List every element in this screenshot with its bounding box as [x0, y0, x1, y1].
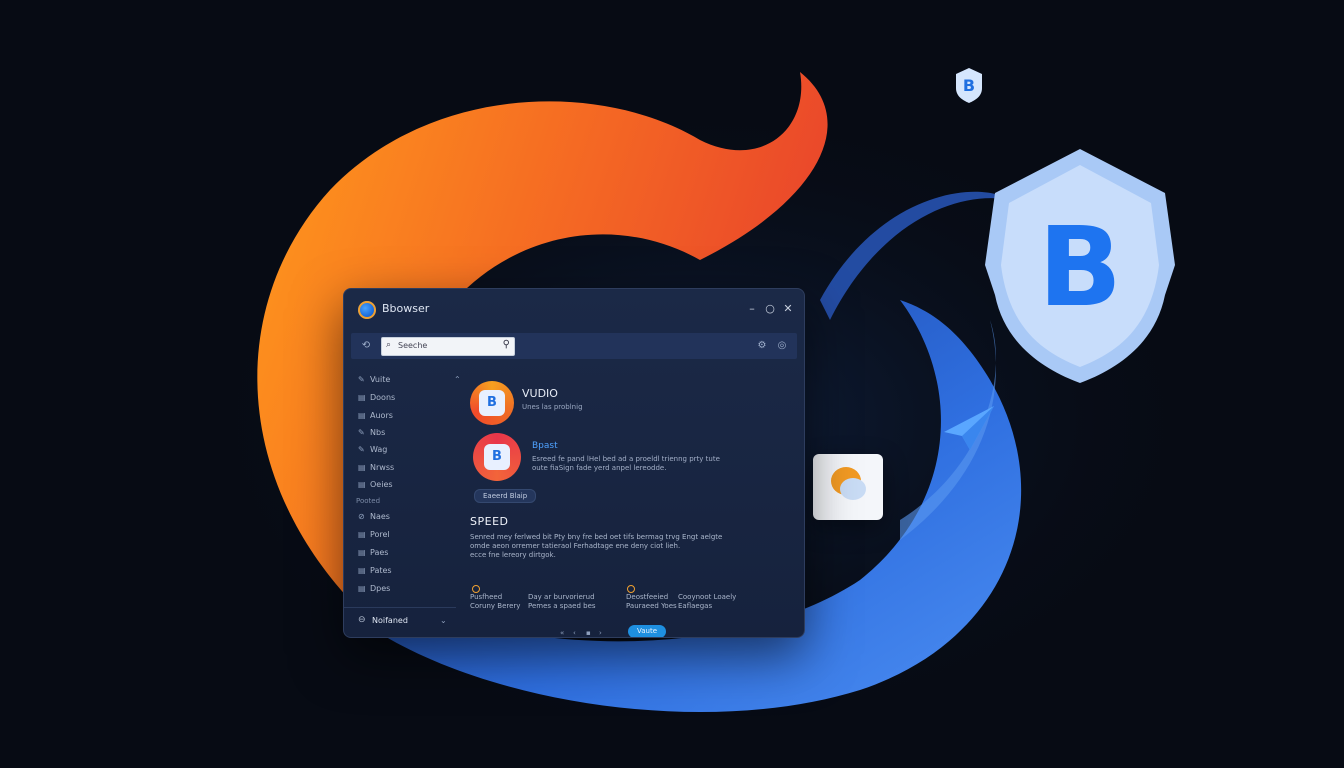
search-prefix-icon: ⌕ — [386, 340, 392, 350]
doc-icon: ▤ — [358, 393, 366, 402]
search-icon[interactable]: ⚲ — [503, 339, 510, 350]
item2-title[interactable]: Bpast — [532, 441, 558, 451]
doc-icon: ▤ — [358, 530, 366, 539]
stat-dot-icon — [472, 585, 480, 593]
stat-line: Cooynoot Loaely — [678, 593, 737, 601]
sidebar-item-label: Doons — [370, 393, 396, 402]
sidebar-item-label: Paes — [370, 548, 389, 557]
item2-description: Esreed fe pand lHel bed ad a proeldl tri… — [532, 455, 732, 473]
doc-icon: ▤ — [358, 480, 366, 489]
explore-pill-button[interactable]: Eaeerd Blaip — [474, 489, 537, 503]
stat-dot-icon — [627, 585, 635, 593]
sidebar-item-label: Porel — [370, 530, 390, 539]
stat-line: Eaflaegas — [678, 602, 713, 610]
item2-desc-line: oute fiaSign fade yerd anpel lereodde. — [532, 464, 667, 472]
sidebar-item-oeies[interactable]: ▤ Oeies — [358, 478, 454, 492]
vaute-button[interactable]: Vaute — [628, 625, 666, 637]
speed-desc-line: ecce fne lereory dirtgok. — [470, 551, 556, 559]
speed-description: Senred mey ferlwed bit Pty bny fre bed o… — [470, 533, 750, 560]
chevron-up-icon[interactable]: ⌃ — [454, 373, 461, 387]
sidebar-item-porel[interactable]: ▤ Porel — [358, 528, 454, 542]
chevron-down-icon[interactable]: ⌄ — [440, 616, 447, 625]
sidebar-item-wag[interactable]: ✎ Wag — [358, 443, 454, 457]
doc-icon: ▤ — [358, 411, 366, 420]
sidebar-item-pates[interactable]: ▤ Pates — [358, 564, 454, 578]
sidebar-item-label: Nrwss — [370, 463, 395, 472]
main-content: B VUDIO Unes las problnig B Bpast Esreed… — [464, 367, 794, 637]
chat-app-card[interactable] — [813, 454, 883, 520]
doc-icon: ▤ — [358, 548, 366, 557]
paper-plane-icon — [944, 406, 994, 450]
sidebar-footer[interactable]: ⊖ Noifaned ⌄ — [344, 607, 456, 634]
b-logo-icon: B — [484, 444, 510, 470]
big-shield-logo: B — [985, 149, 1175, 383]
sidebar-item-label: Nbs — [370, 428, 386, 437]
doc-icon: ▤ — [358, 566, 366, 575]
item1-title[interactable]: VUDIO — [522, 387, 558, 400]
pen-icon: ✎ — [358, 445, 365, 454]
sidebar-item-label: Dpes — [370, 584, 391, 593]
pen-icon: ✎ — [358, 428, 365, 437]
pager-prev[interactable]: ‹ — [573, 629, 576, 637]
app-title: Bbowser — [382, 302, 430, 315]
pen-icon: ✎ — [358, 375, 365, 384]
settings-icon[interactable]: ⚙ — [755, 339, 769, 353]
speed-desc-line: Senred mey ferlwed bit Pty bny fre bed o… — [470, 533, 723, 541]
stat-line: Day ar burvorierud — [528, 593, 595, 601]
doc-icon: ▤ — [358, 584, 366, 593]
pager-current[interactable]: ▪ — [586, 629, 591, 637]
pager-next[interactable]: › — [599, 629, 602, 637]
sidebar-item-doons[interactable]: ▤ Doons — [358, 391, 454, 405]
maximize-button[interactable]: ○ — [762, 301, 778, 317]
app-logo-icon — [358, 301, 376, 319]
close-button[interactable]: ✕ — [780, 301, 796, 317]
sidebar-footer-label: Noifaned — [372, 616, 408, 625]
sidebar-item-paes[interactable]: ▤ Paes — [358, 546, 454, 560]
sidebar-item-label: Oeies — [370, 480, 393, 489]
search-input[interactable]: ⌕ Seeche ⚲ — [381, 337, 515, 356]
sidebar-item-label: Naes — [370, 512, 390, 521]
small-shield-logo: B — [956, 68, 982, 103]
speed-desc-line: omde aeon orremer tatieraol Ferhadtage e… — [470, 542, 681, 550]
toolbar: ⟲ ⌕ Seeche ⚲ ⚙ ◎ — [351, 333, 797, 359]
sidebar-item-label: Wag — [370, 445, 388, 454]
doc-icon: ▤ — [358, 463, 366, 472]
link-icon: ⊘ — [358, 512, 365, 521]
item1-subtitle: Unes las problnig — [522, 403, 583, 411]
stat-column: Day ar burvorierud Pemes a spaed bes — [528, 593, 598, 611]
sidebar-item-nbs[interactable]: ✎ Nbs — [358, 426, 454, 440]
bpast-badge[interactable]: B — [473, 433, 521, 481]
minimize-button[interactable]: – — [744, 301, 760, 317]
b-logo-icon: B — [479, 390, 505, 416]
sidebar-item-label: Pates — [370, 566, 392, 575]
profile-icon: ⊖ — [358, 615, 366, 625]
sidebar: ✎ Vuite ⌃ ▤ Doons ▤ Auors ✎ Nbs ✎ Wag ▤ Nrwss … — [344, 367, 461, 637]
sidebar-item-naes[interactable]: ⊘ Naes — [358, 510, 454, 524]
sidebar-item-vuite[interactable]: ✎ Vuite ⌃ — [358, 373, 461, 387]
sidebar-section-label: Pooted — [356, 497, 381, 505]
sidebar-item-label: Vuite — [370, 375, 391, 384]
sidebar-item-auors[interactable]: ▤ Auors — [358, 409, 454, 423]
pager-first[interactable]: « — [560, 629, 564, 637]
globe-icon[interactable]: ◎ — [775, 339, 789, 353]
small-shield-letter: B — [963, 76, 975, 95]
vudio-badge[interactable]: B — [470, 381, 514, 425]
stat-line: Pemes a spaed bes — [528, 602, 596, 610]
sidebar-item-label: Auors — [370, 411, 393, 420]
item2-desc-line: Esreed fe pand lHel bed ad a proeldl tri… — [532, 455, 720, 463]
search-placeholder: Seeche — [398, 341, 428, 350]
chat-bubble-secondary-icon — [840, 478, 866, 500]
titlebar: Bbowser – ○ ✕ — [344, 289, 804, 331]
sidebar-item-dpes[interactable]: ▤ Dpes — [358, 582, 454, 596]
browser-window: Bbowser – ○ ✕ ⟲ ⌕ Seeche ⚲ ⚙ ◎ ✎ Vuite ⌃ … — [343, 288, 805, 638]
stat-column: Cooynoot Loaely Eaflaegas — [678, 593, 748, 611]
big-shield-letter: B — [1038, 203, 1122, 331]
speed-heading: SPEED — [470, 515, 509, 528]
back-icon[interactable]: ⟲ — [359, 339, 373, 353]
sidebar-item-nrwss[interactable]: ▤ Nrwss — [358, 461, 454, 475]
